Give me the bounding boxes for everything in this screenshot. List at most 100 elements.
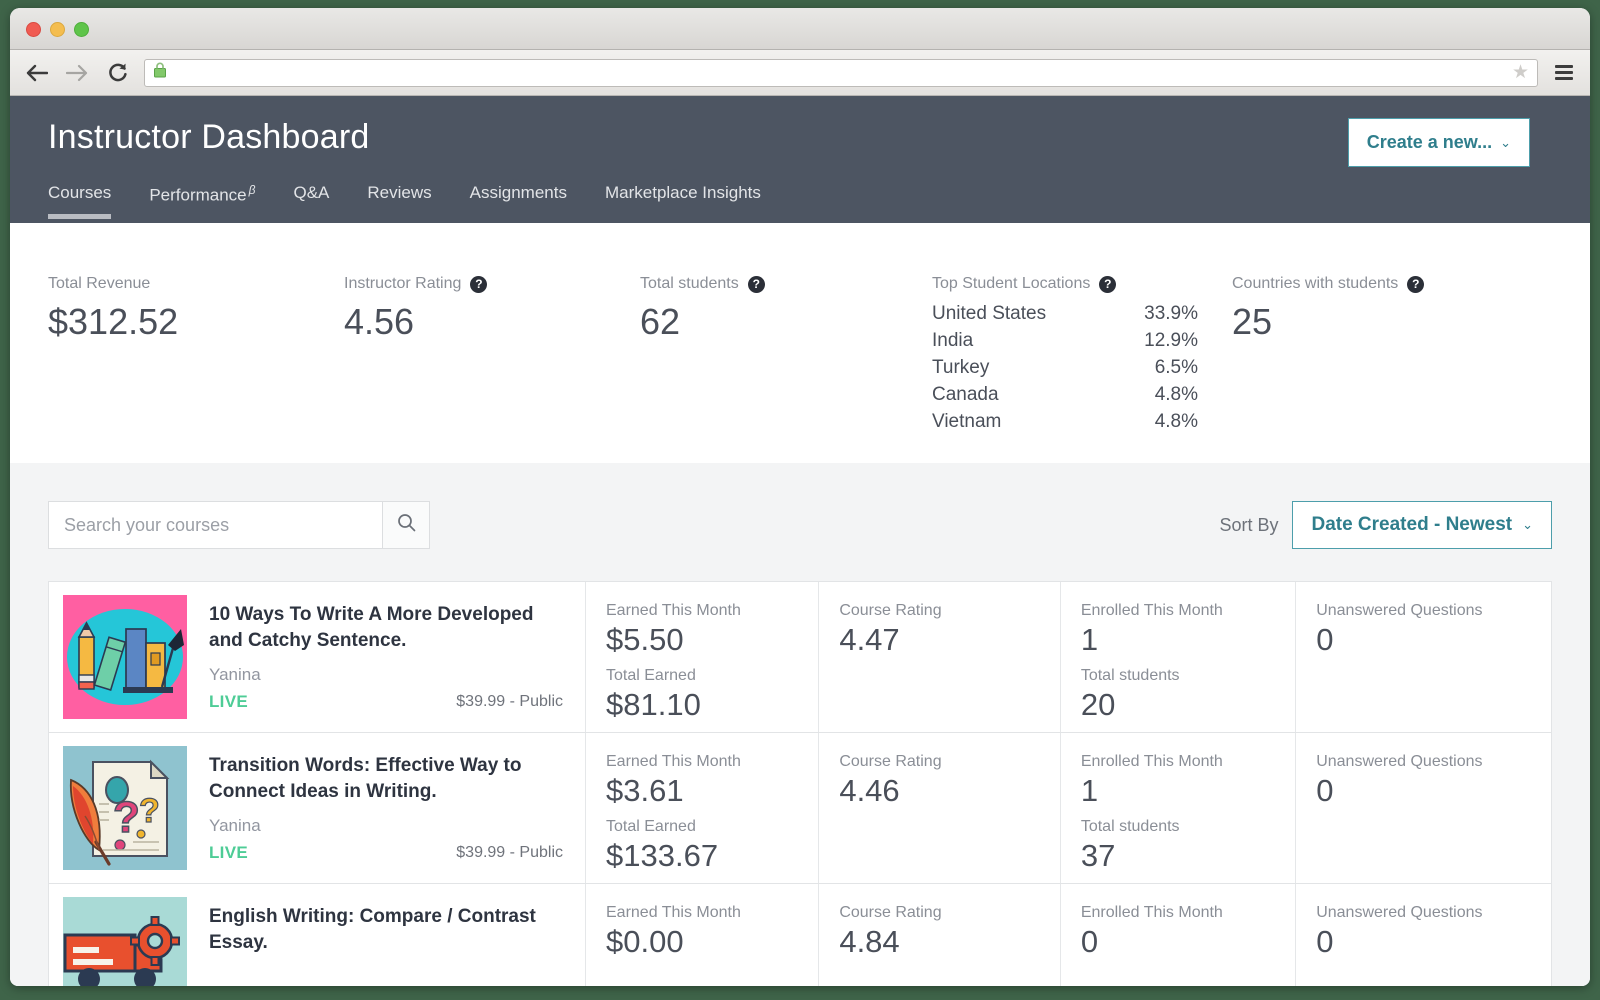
metric-label: Earned This Month (606, 753, 741, 770)
stat-label-text: Total students (640, 275, 739, 292)
maximize-window-button[interactable] (74, 22, 89, 37)
metric-value: $5.50 (606, 622, 684, 657)
metric-value: 4.84 (839, 924, 900, 959)
course-title[interactable]: English Writing: Compare / Contrast Essa… (209, 904, 563, 956)
address-bar[interactable]: ★ (144, 58, 1538, 87)
metric-value: 0 (1316, 773, 1334, 808)
course-price: $39.99 - Public (456, 693, 563, 710)
metric-label: Total students (1080, 666, 1180, 684)
course-author: Yanina (209, 665, 261, 685)
stat-value: 4.56 (344, 301, 415, 342)
stat-label: Countries with students ? (1232, 275, 1522, 293)
back-arrow-icon[interactable] (24, 60, 50, 86)
beta-badge: β (248, 183, 256, 197)
stat-label: Instructor Rating ? (344, 275, 640, 293)
minimize-window-button[interactable] (50, 22, 65, 37)
stat-label: Top Student Locations ? (932, 275, 1232, 293)
tab-courses[interactable]: Courses (48, 183, 130, 219)
metric-value: 37 (1080, 837, 1116, 873)
metric-label: Course Rating (839, 753, 942, 770)
metric-unanswered-questions: Unanswered Questions 0 (1295, 582, 1551, 732)
tab-performance[interactable]: Performance β (130, 183, 274, 222)
metric-value: $0.00 (606, 924, 684, 959)
country-name: Turkey (932, 356, 990, 378)
bookmark-star-icon[interactable]: ★ (1512, 63, 1529, 82)
reload-icon[interactable] (104, 60, 130, 86)
svg-text:?: ? (139, 792, 160, 830)
metric-label: Unanswered Questions (1316, 904, 1483, 921)
country-name: India (932, 329, 974, 351)
course-footer: LIVE $39.99 - Public (209, 692, 563, 712)
tab-reviews[interactable]: Reviews (348, 183, 450, 219)
stats-band: Total Revenue $312.52 Instructor Rating … (10, 223, 1590, 463)
browser-window: ★ Instructor Dashboard Create a new... ⌄… (10, 8, 1590, 986)
course-info: 10 Ways To Write A More Developed and Ca… (187, 582, 585, 732)
browser-titlebar (10, 8, 1590, 50)
metric-value: 1 (1080, 622, 1099, 657)
course-metrics: Earned This Month $0.00 Course Rating 4.… (585, 884, 1551, 986)
course-controls: Sort By Date Created - Newest ⌄ (10, 463, 1590, 549)
country-name: Vietnam (932, 410, 1002, 432)
course-title[interactable]: Transition Words: Effective Way to Conne… (209, 753, 563, 805)
metric-value: 20 (1080, 686, 1116, 722)
search-button[interactable] (382, 501, 430, 549)
location-list: United States 33.9% India 12.9% Turkey 6… (932, 301, 1232, 436)
page-content: Instructor Dashboard Create a new... ⌄ C… (10, 96, 1590, 986)
search-bar (48, 501, 430, 549)
books-pencil-thumbnail (63, 595, 187, 719)
course-title[interactable]: 10 Ways To Write A More Developed and Ca… (209, 602, 563, 654)
metric-value: 4.46 (839, 773, 900, 808)
help-icon[interactable]: ? (470, 275, 488, 293)
sort-controls: Sort By Date Created - Newest ⌄ (1219, 501, 1552, 549)
help-icon[interactable]: ? (1407, 275, 1425, 293)
close-window-button[interactable] (26, 22, 41, 37)
sort-dropdown-value: Date Created - Newest (1311, 514, 1513, 535)
stat-label: Total Revenue (48, 275, 344, 293)
metric-enrollment: Enrolled This Month 0 (1059, 884, 1295, 986)
metric-label: Earned This Month (606, 904, 741, 921)
forward-arrow-icon[interactable] (64, 60, 90, 86)
browser-toolbar: ★ (10, 50, 1590, 96)
country-percent: 6.5% (1154, 356, 1198, 378)
tab-qa[interactable]: Q&A (275, 183, 349, 219)
stat-label-text: Instructor Rating (344, 275, 462, 292)
metric-enrollment: Enrolled This Month 1 Total students 37 (1059, 733, 1295, 883)
metric-label: Total Earned (606, 817, 696, 835)
course-row[interactable]: ? ? Transition Words: Effective Way to C… (48, 732, 1552, 883)
country-name: Canada (932, 383, 999, 405)
secure-lock-icon (153, 62, 167, 83)
metric-earnings: Earned This Month $0.00 (585, 884, 818, 986)
metric-value: $3.61 (606, 773, 684, 808)
metric-label: Total Earned (606, 666, 696, 684)
metric-label: Course Rating (839, 602, 942, 619)
search-input[interactable] (48, 501, 382, 549)
metric-course-rating: Course Rating 4.84 (818, 884, 1060, 986)
tab-assignments[interactable]: Assignments (451, 183, 586, 219)
create-a-new-button[interactable]: Create a new... ⌄ (1347, 118, 1530, 167)
metric-value: 0 (1316, 622, 1334, 657)
help-icon[interactable]: ? (1099, 275, 1117, 293)
quill-document-thumbnail: ? ? (63, 746, 187, 870)
stat-instructor-rating: Instructor Rating ? 4.56 (344, 275, 640, 342)
metric-value: 0 (1080, 924, 1099, 959)
hamburger-menu-icon[interactable] (1552, 65, 1576, 80)
location-row: India 12.9% (932, 328, 1198, 355)
stat-label-text: Total Revenue (48, 275, 151, 292)
course-row[interactable]: English Writing: Compare / Contrast Essa… (48, 883, 1552, 986)
location-row: United States 33.9% (932, 301, 1198, 328)
location-row: Canada 4.8% (932, 382, 1198, 409)
tab-marketplace-insights[interactable]: Marketplace Insights (586, 183, 780, 219)
metric-label: Unanswered Questions (1316, 602, 1483, 619)
stat-total-students: Total students ? 62 (640, 275, 932, 342)
location-row: Vietnam 4.8% (932, 409, 1198, 436)
country-percent: 33.9% (1144, 303, 1198, 324)
course-info: Transition Words: Effective Way to Conne… (187, 733, 585, 883)
svg-text:?: ? (113, 793, 140, 842)
window-controls (26, 22, 89, 37)
tab-label: Performance (149, 185, 247, 205)
course-info: English Writing: Compare / Contrast Essa… (187, 884, 585, 986)
help-icon[interactable]: ? (747, 275, 765, 293)
course-row[interactable]: 10 Ways To Write A More Developed and Ca… (48, 581, 1552, 732)
sort-dropdown[interactable]: Date Created - Newest ⌄ (1292, 501, 1552, 549)
course-list: 10 Ways To Write A More Developed and Ca… (48, 581, 1552, 986)
